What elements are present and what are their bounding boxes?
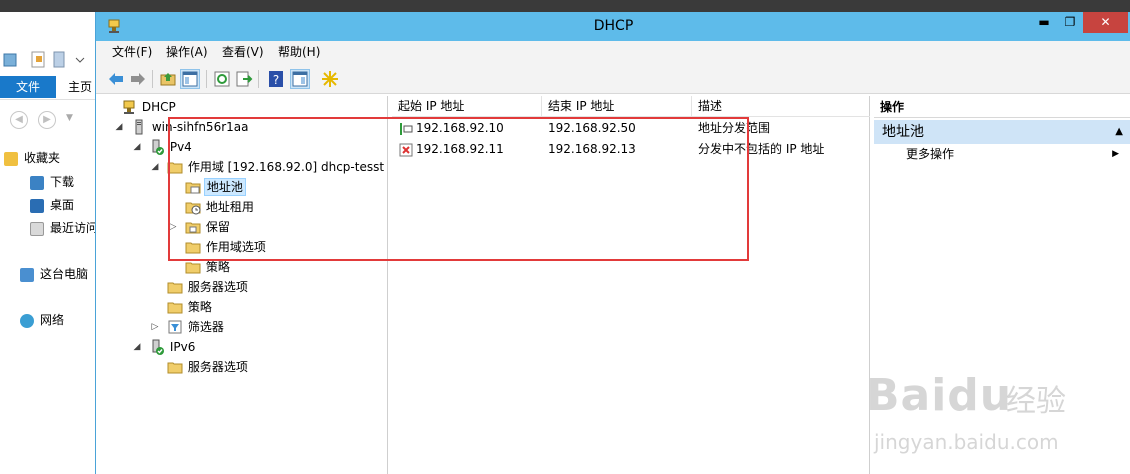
this-pc-item[interactable]: 这台电脑: [20, 264, 88, 284]
actions-group-address-pool[interactable]: 地址池 ▲: [874, 120, 1130, 144]
back-arrow-icon[interactable]: [106, 69, 126, 89]
column-start-ip[interactable]: 起始 IP 地址: [392, 96, 542, 117]
recent-label: 最近访问: [50, 221, 99, 235]
desktop-label: 桌面: [50, 198, 75, 212]
show-console-tree-icon[interactable]: [180, 69, 200, 89]
ribbon-tabs: 文件 主页: [0, 76, 96, 98]
tree-node-label: 服务器选项: [187, 279, 248, 294]
refresh-icon[interactable]: [212, 69, 232, 89]
ribbon-file-tab[interactable]: 文件: [0, 76, 56, 98]
expanded-triangle-icon[interactable]: ◢: [114, 117, 124, 137]
toolbar: ?: [96, 64, 1130, 94]
qat-icons: [3, 51, 85, 68]
new-item-star-icon[interactable]: [320, 69, 340, 89]
toolbar-separator: [152, 70, 153, 88]
submenu-arrow-icon: ▶: [1112, 149, 1119, 159]
this-pc-label: 这台电脑: [40, 267, 89, 281]
watermark-text: 经验: [1006, 384, 1066, 419]
export-list-icon[interactable]: [234, 69, 254, 89]
more-actions-label: 更多操作: [906, 147, 955, 161]
explorer-nav-buttons: ◀ ▶ ▼: [0, 99, 96, 141]
minimize-button[interactable]: ▬: [1031, 12, 1057, 33]
ipv4-icon: [149, 139, 165, 155]
tree-node-dhcp[interactable]: DHCP: [104, 96, 178, 116]
tree-node-label: 筛选器: [187, 319, 224, 334]
tree-node-label: 服务器选项: [187, 359, 248, 374]
annotation-highlight-box: [168, 117, 749, 261]
column-end-ip[interactable]: 结束 IP 地址: [542, 96, 692, 117]
star-icon: [4, 151, 18, 166]
computer-icon: [20, 267, 34, 282]
desktop-icon: [30, 198, 44, 213]
tree-node-label: 策略: [187, 299, 212, 314]
window-title: DHCP: [593, 18, 634, 34]
expanded-triangle-icon[interactable]: ◢: [132, 137, 142, 157]
up-folder-icon[interactable]: [158, 69, 178, 89]
collapse-up-icon[interactable]: ▲: [1115, 120, 1123, 144]
column-description[interactable]: 描述: [692, 96, 870, 117]
expanded-triangle-icon[interactable]: ◢: [150, 157, 160, 177]
back-icon[interactable]: ◀: [10, 111, 28, 129]
recent-locations-icon[interactable]: ▼: [66, 113, 73, 123]
download-icon: [30, 175, 44, 190]
recent-icon: [30, 221, 44, 236]
tree-node-ipv6-server-options[interactable]: 服务器选项: [150, 356, 250, 376]
forward-icon[interactable]: ▶: [38, 111, 56, 129]
downloads-label: 下载: [50, 175, 75, 189]
list-header: 起始 IP 地址 结束 IP 地址 描述: [392, 96, 870, 117]
network-label: 网络: [40, 313, 65, 327]
dhcp-icon: [121, 99, 137, 115]
watermark-url: jingyan.baidu.com: [874, 430, 1059, 454]
forward-arrow-icon[interactable]: [128, 69, 148, 89]
close-button[interactable]: ✕: [1083, 12, 1128, 33]
folder-icon: [167, 279, 183, 295]
baidu-jingyan-watermark: Baidu 经验 jingyan.baidu.com: [866, 370, 1128, 470]
ribbon-home-tab[interactable]: 主页: [60, 76, 96, 98]
ipv6-icon: [149, 339, 165, 355]
toolbar-separator: [258, 70, 259, 88]
quick-access-toolbar: [0, 44, 96, 76]
title-bar[interactable]: DHCP ▬ ❐ ✕: [96, 12, 1130, 41]
toolbar-separator: [206, 70, 207, 88]
filter-icon: [167, 319, 183, 335]
favorites-label: 收藏夹: [24, 151, 61, 165]
menu-action[interactable]: 操作(A): [166, 41, 208, 64]
network-item[interactable]: 网络: [20, 310, 64, 330]
desktop-item[interactable]: 桌面: [30, 195, 74, 215]
actions-group-label: 地址池: [882, 124, 924, 140]
tree-node-filters[interactable]: ▷ 筛选器: [150, 316, 226, 336]
menu-file[interactable]: 文件(F): [112, 41, 152, 64]
favorites-item[interactable]: 收藏夹: [4, 148, 60, 168]
help-icon[interactable]: ?: [266, 69, 286, 89]
menu-bar: 文件(F) 操作(A) 查看(V) 帮助(H): [96, 41, 1130, 64]
tree-node-label: IPv6: [169, 339, 196, 354]
tree-node-label: DHCP: [141, 99, 176, 114]
desktop-strip: [0, 0, 1130, 12]
maximize-button[interactable]: ❐: [1057, 12, 1083, 33]
menu-view[interactable]: 查看(V): [222, 41, 264, 64]
watermark-logo: Baidu: [866, 370, 1013, 421]
folder-icon: [167, 299, 183, 315]
server-icon: [131, 119, 147, 135]
downloads-item[interactable]: 下载: [30, 172, 74, 192]
show-action-pane-icon[interactable]: [290, 69, 310, 89]
folder-icon: [167, 359, 183, 375]
tree-node-policies[interactable]: 策略: [150, 296, 214, 316]
recent-item[interactable]: 最近访问: [30, 218, 98, 238]
actions-header: 操作: [874, 96, 1130, 118]
network-icon: [20, 313, 34, 328]
tree-node-server-options[interactable]: 服务器选项: [150, 276, 250, 296]
svg-text:?: ?: [273, 73, 279, 87]
collapsed-triangle-icon[interactable]: ▷: [150, 317, 160, 337]
tree-node-ipv6[interactable]: ◢ IPv6: [132, 336, 197, 356]
menu-help[interactable]: 帮助(H): [278, 41, 320, 64]
more-actions-item[interactable]: 更多操作 ▶: [874, 144, 1130, 164]
expanded-triangle-icon[interactable]: ◢: [132, 337, 142, 357]
